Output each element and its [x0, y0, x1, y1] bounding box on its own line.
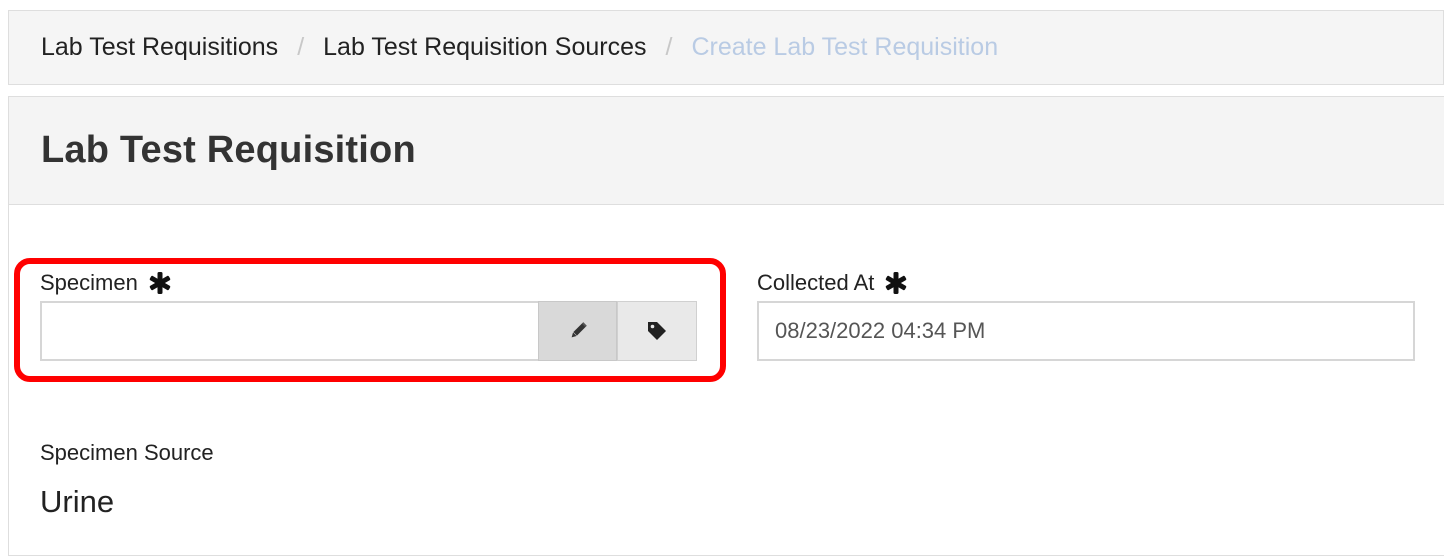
breadcrumb: Lab Test Requisitions / Lab Test Requisi…	[8, 10, 1444, 85]
breadcrumb-separator: /	[297, 33, 305, 61]
specimen-label: Specimen	[40, 270, 172, 296]
breadcrumb-current: Create Lab Test Requisition	[691, 33, 999, 61]
breadcrumb-separator: /	[665, 33, 673, 61]
required-asterisk-icon	[149, 272, 171, 294]
specimen-source-value: Urine	[40, 484, 115, 519]
specimen-tag-button[interactable]	[617, 301, 697, 361]
breadcrumb-lab-test-requisitions[interactable]: Lab Test Requisitions	[41, 33, 278, 62]
tag-icon	[648, 322, 666, 340]
breadcrumb-lab-test-requisition-sources[interactable]: Lab Test Requisition Sources	[323, 33, 646, 62]
pencil-icon	[571, 322, 587, 338]
specimen-edit-button[interactable]	[538, 301, 617, 361]
specimen-source-label: Specimen Source	[40, 440, 214, 465]
page-title: Lab Test Requisition	[41, 129, 416, 171]
required-asterisk-icon	[886, 272, 907, 294]
specimen-label-text: Specimen	[40, 270, 138, 295]
panel-header: Lab Test Requisition	[9, 97, 1444, 205]
collected-at-input[interactable]: 08/23/2022 04:34 PM	[757, 301, 1415, 361]
collected-at-label-text: Collected At	[757, 270, 875, 295]
collected-at-label: Collected At	[757, 270, 908, 296]
specimen-input[interactable]	[40, 301, 540, 361]
